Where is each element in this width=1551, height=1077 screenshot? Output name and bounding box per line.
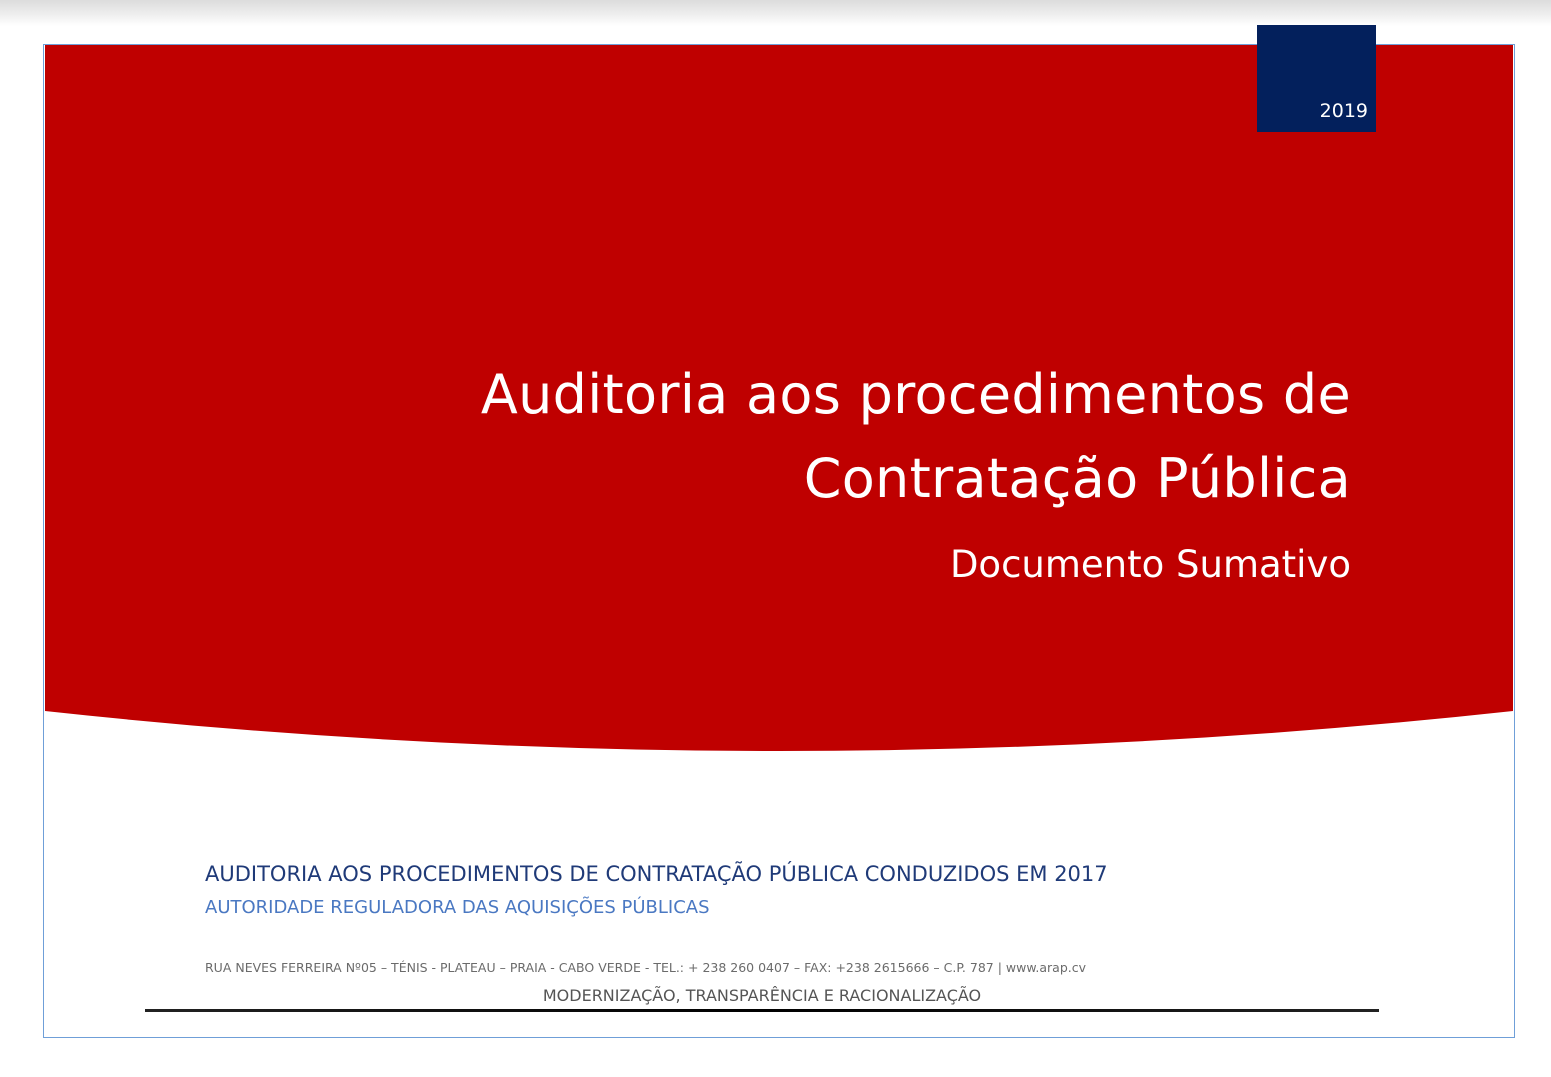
- year-label: 2019: [1319, 100, 1368, 122]
- cover-title-line-2: Contratação Pública: [803, 447, 1351, 510]
- footer-divider: [145, 1009, 1379, 1012]
- viewer-top-shadow: [0, 0, 1551, 26]
- cover-title: Auditoria aos procedimentos de Contrataç…: [351, 353, 1351, 521]
- cover-subtitle: Documento Sumativo: [949, 543, 1351, 586]
- authority-name: AUTORIDADE REGULADORA DAS AQUISIÇÕES PÚB…: [205, 897, 710, 918]
- cover-title-line-1: Auditoria aos procedimentos de: [480, 363, 1351, 426]
- report-heading: AUDITORIA AOS PROCEDIMENTOS DE CONTRATAÇ…: [205, 862, 1108, 886]
- footer-motto: MODERNIZAÇÃO, TRANSPARÊNCIA E RACIONALIZ…: [542, 986, 982, 1005]
- year-badge: 2019: [1257, 25, 1376, 132]
- contact-address: RUA NEVES FERREIRA Nº05 – TÉNIS - PLATEA…: [205, 960, 1087, 975]
